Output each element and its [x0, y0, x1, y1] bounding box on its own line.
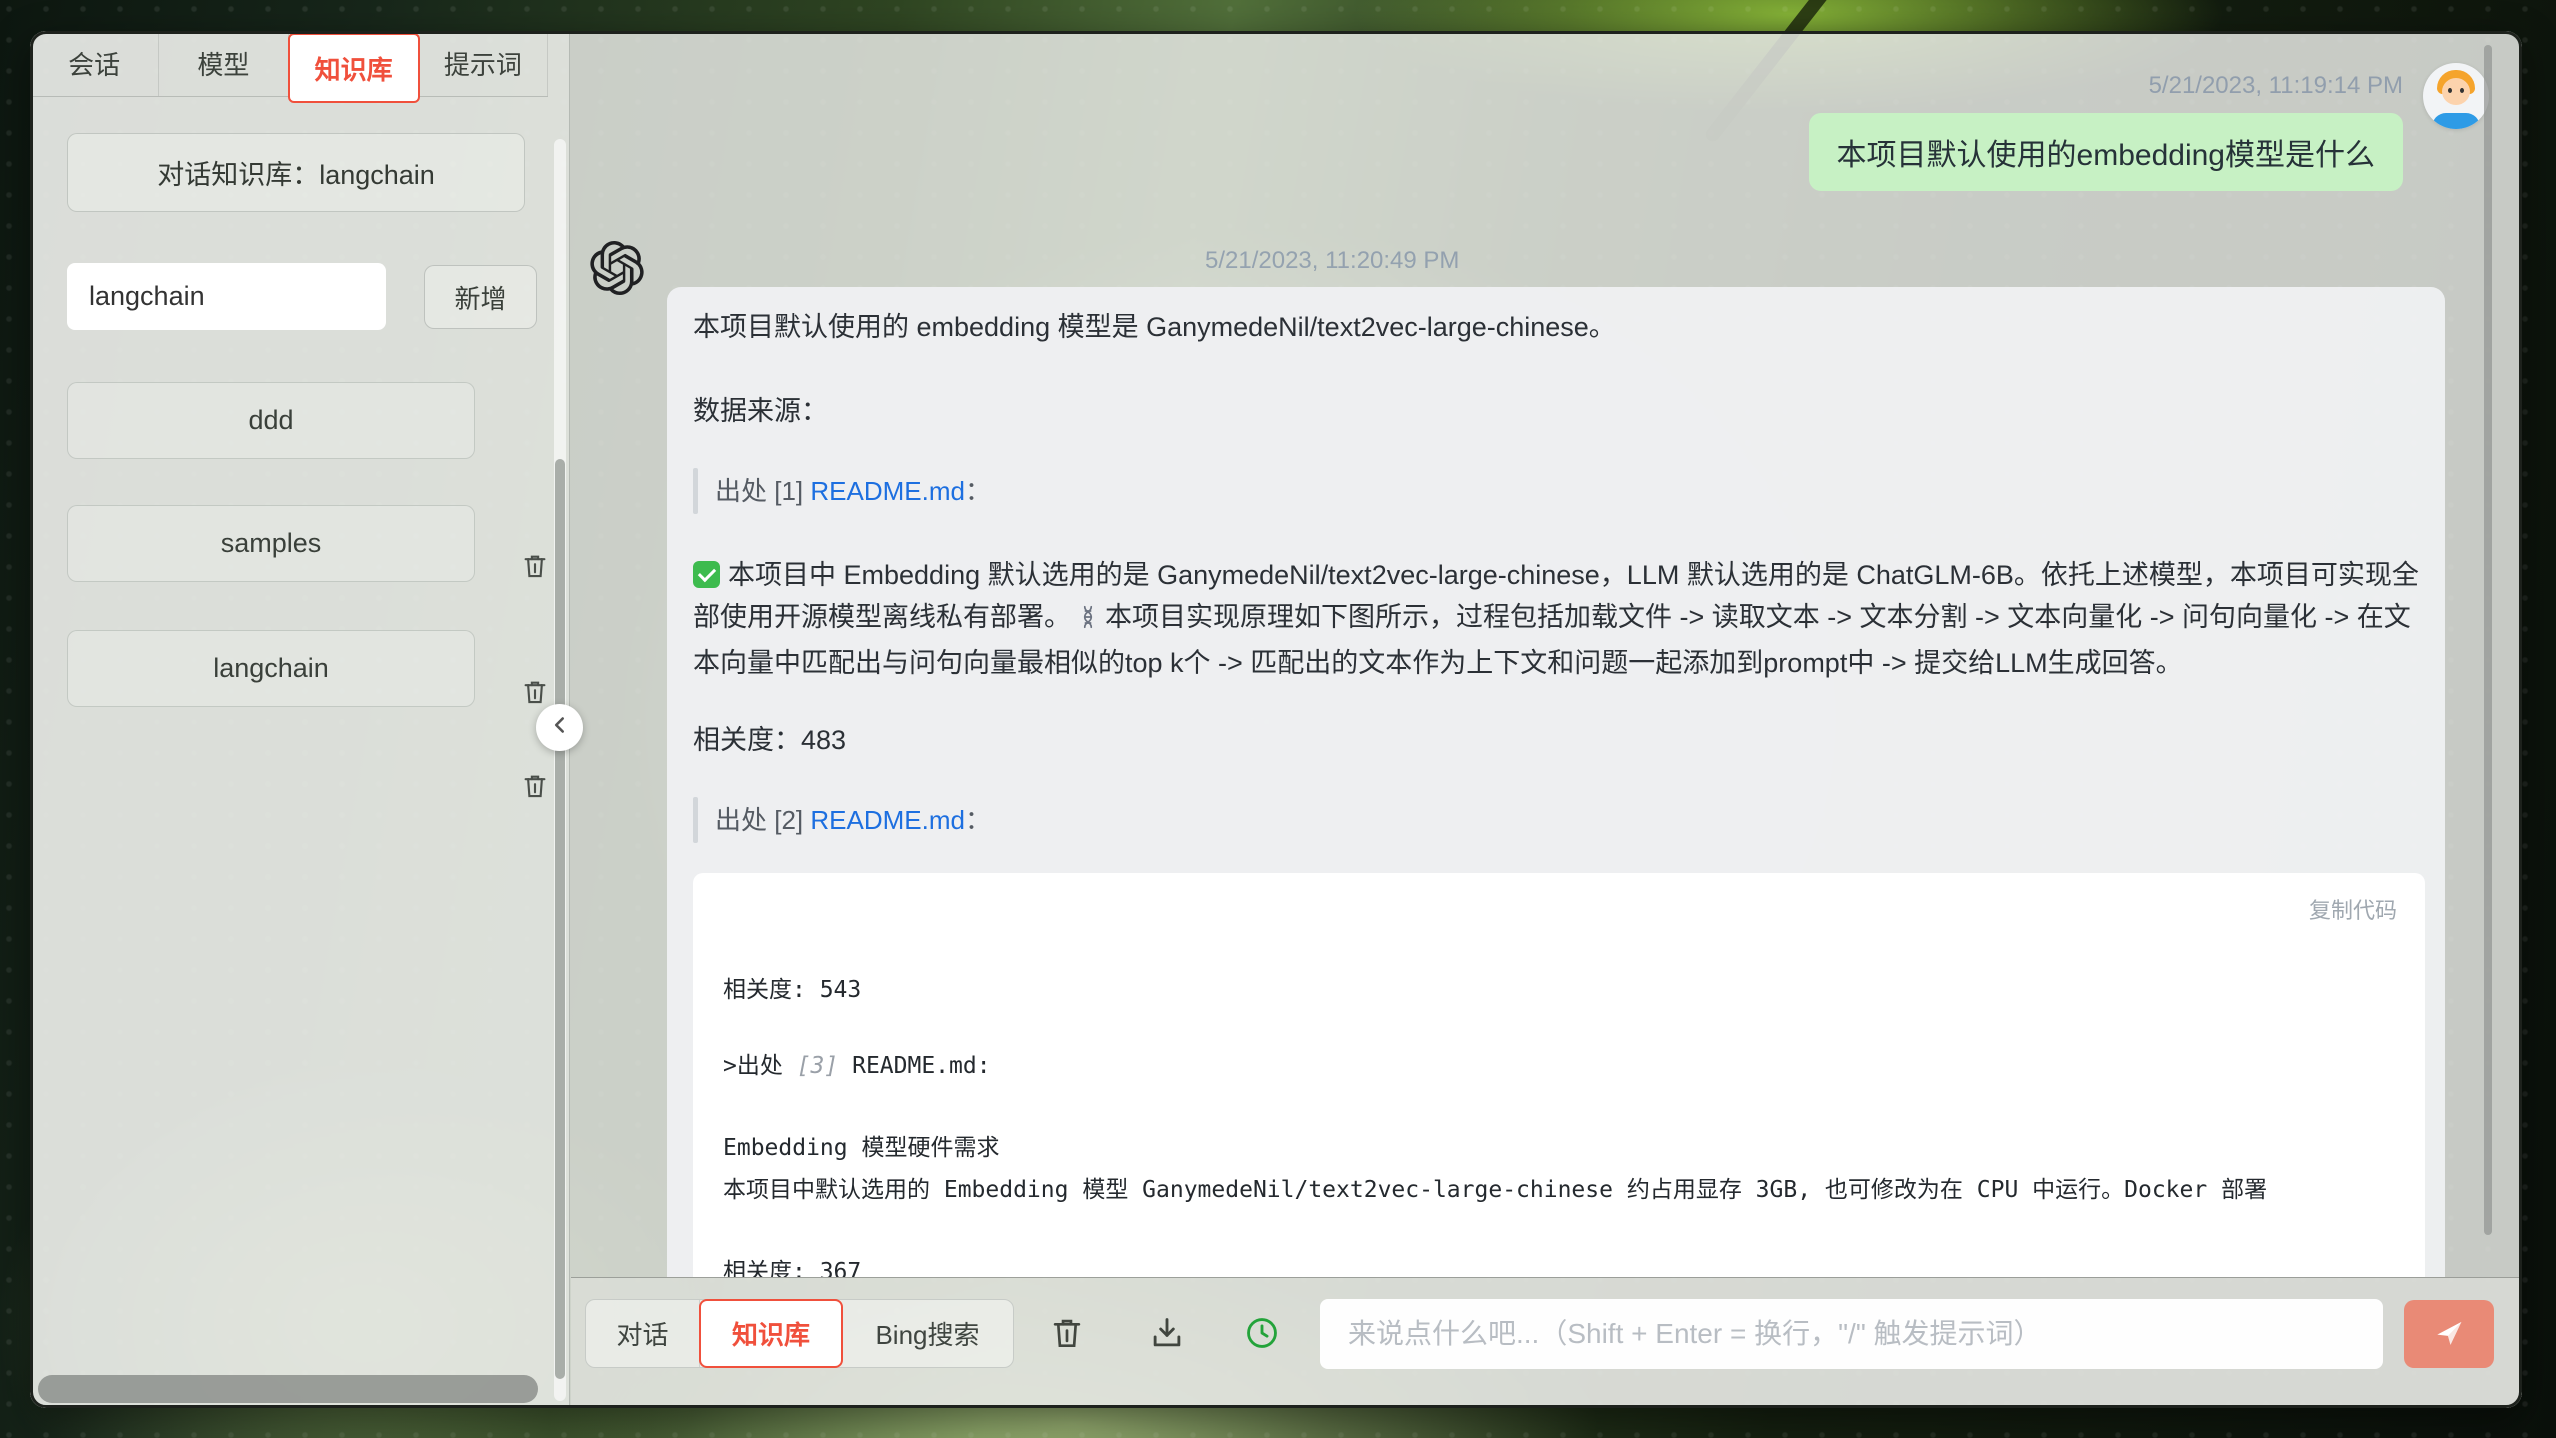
- tab-knowledge-base[interactable]: 知识库: [288, 33, 420, 103]
- code-block: 复制代码 相关度: 543 >出处 [3] README.md: Embeddi…: [693, 873, 2425, 1277]
- message-input[interactable]: [1320, 1299, 2383, 1369]
- mode-bing-search[interactable]: Bing搜索: [842, 1300, 1013, 1367]
- copy-code-button[interactable]: 复制代码: [723, 891, 2397, 931]
- readme-link[interactable]: README.md: [810, 805, 965, 835]
- messages-scroll-area: 5/21/2023, 11:19:14 PM 本项目默认使用的embedding…: [571, 31, 2522, 1277]
- tab-models[interactable]: 模型: [159, 31, 288, 96]
- source-quote-1: 出处 [1] README.md：: [693, 468, 2425, 514]
- kb-item-ddd[interactable]: ddd: [67, 382, 475, 459]
- sidebar-vertical-scrollbar[interactable]: [554, 139, 566, 1401]
- sidebar-tabs: 会话 模型 知识库 提示词: [30, 31, 548, 97]
- code-line: 相关度: 543: [723, 975, 2397, 1005]
- desktop-background: 会话 模型 知识库 提示词 对话知识库：langchain 新增 ddd sam…: [0, 0, 2556, 1438]
- dna-icon: [1075, 600, 1101, 642]
- quote-bar: [693, 468, 698, 514]
- assistant-paragraph: 本项目默认使用的 embedding 模型是 GanymedeNil/text2…: [693, 307, 2425, 347]
- sidebar-horizontal-scrollbar[interactable]: [38, 1375, 538, 1403]
- kb-item-langchain[interactable]: langchain: [67, 630, 475, 707]
- scrollbar-thumb[interactable]: [555, 459, 565, 1379]
- openai-logo-icon: [590, 241, 644, 295]
- history-clock-icon[interactable]: [1243, 1314, 1283, 1354]
- send-button[interactable]: [2404, 1300, 2494, 1368]
- assistant-message-timestamp: 5/21/2023, 11:20:49 PM: [1205, 247, 1459, 275]
- mode-knowledge-base[interactable]: 知识库: [699, 1299, 843, 1368]
- code-line: Embedding 模型硬件需求: [723, 1133, 2397, 1163]
- source-quote-2: 出处 [2] README.md：: [693, 797, 2425, 843]
- add-knowledge-base-button[interactable]: 新增: [424, 265, 537, 329]
- quote-bar: [693, 797, 698, 843]
- input-toolbar: 对话 知识库 Bing搜索: [571, 1277, 2522, 1408]
- trash-icon[interactable]: [520, 550, 550, 582]
- relevance-score: 相关度：483: [693, 720, 2425, 760]
- code-line: 相关度: 367: [723, 1257, 2397, 1277]
- chat-area: 5/21/2023, 11:19:14 PM 本项目默认使用的embedding…: [571, 31, 2522, 1408]
- kb-item-samples[interactable]: samples: [67, 505, 475, 582]
- code-line: 本项目中默认选用的 Embedding 模型 GanymedeNil/text2…: [723, 1175, 2397, 1205]
- mode-chat[interactable]: 对话: [586, 1300, 700, 1367]
- download-icon[interactable]: [1148, 1314, 1188, 1354]
- trash-icon[interactable]: [520, 770, 550, 802]
- readme-link[interactable]: README.md: [810, 476, 965, 506]
- assistant-paragraph: 数据来源：: [693, 391, 2425, 431]
- user-avatar: [2423, 63, 2489, 129]
- tab-prompts[interactable]: 提示词: [419, 31, 548, 96]
- app-window: 会话 模型 知识库 提示词 对话知识库：langchain 新增 ddd sam…: [30, 31, 2522, 1408]
- chevron-left-icon: [547, 712, 573, 743]
- code-line: >出处 [3] README.md:: [723, 1051, 2397, 1081]
- assistant-message-bubble: 本项目默认使用的 embedding 模型是 GanymedeNil/text2…: [667, 287, 2445, 1277]
- clear-conversation-trash-icon[interactable]: [1048, 1314, 1088, 1354]
- assistant-paragraph: 本项目中 Embedding 默认选用的是 GanymedeNil/text2v…: [693, 554, 2425, 684]
- paper-plane-icon: [2431, 1315, 2467, 1354]
- current-knowledge-base-label: 对话知识库：langchain: [67, 133, 525, 212]
- check-icon: [693, 561, 720, 588]
- tab-conversations[interactable]: 会话: [30, 31, 159, 96]
- mode-switch: 对话 知识库 Bing搜索: [585, 1299, 1014, 1368]
- user-message-bubble: 本项目默认使用的embedding模型是什么: [1809, 113, 2403, 191]
- trash-icon[interactable]: [520, 676, 550, 708]
- sidebar-collapse-button[interactable]: [536, 704, 583, 751]
- chat-vertical-scrollbar[interactable]: [2484, 45, 2492, 1235]
- sidebar: 会话 模型 知识库 提示词 对话知识库：langchain 新增 ddd sam…: [30, 31, 570, 1408]
- knowledge-base-name-input[interactable]: [67, 263, 386, 330]
- user-message-timestamp: 5/21/2023, 11:19:14 PM: [2149, 72, 2403, 100]
